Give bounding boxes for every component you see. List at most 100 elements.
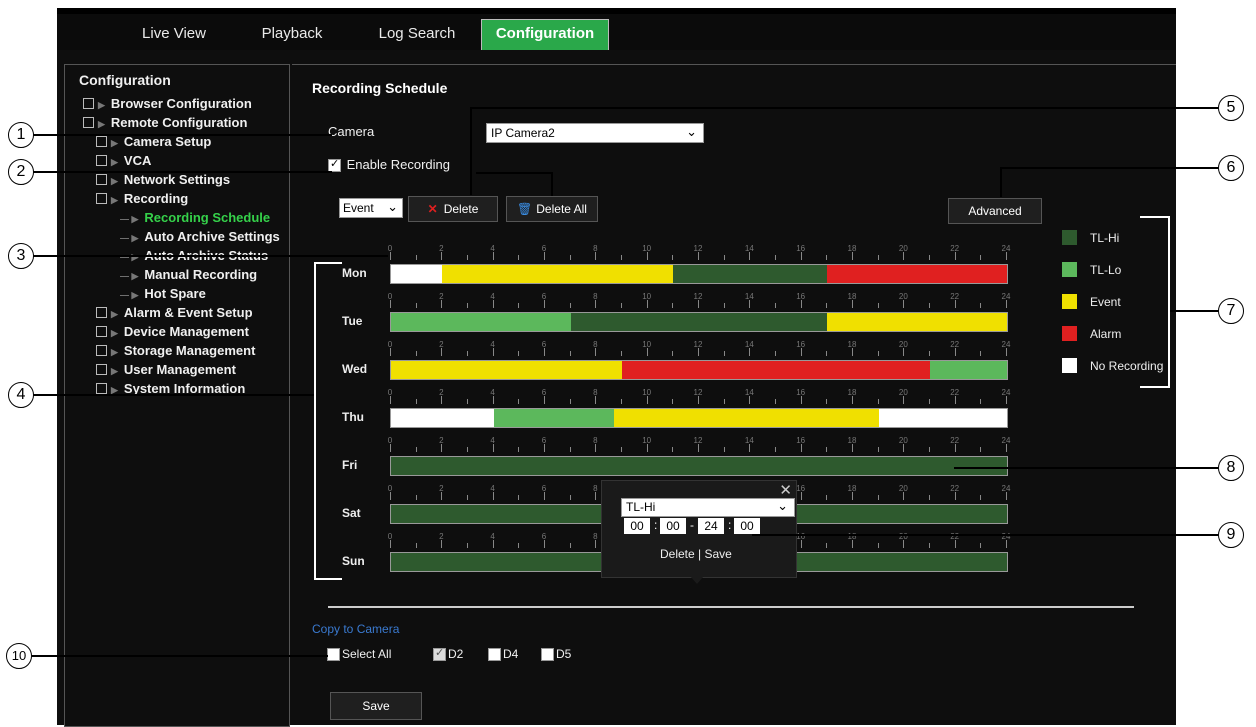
expand-icon[interactable] (96, 345, 107, 356)
schedule-bar-thu[interactable] (390, 408, 1008, 428)
sidebar-item-vca[interactable]: ▶ VCA (96, 153, 151, 168)
tick (749, 300, 751, 308)
hour-label: 6 (541, 292, 547, 301)
popup-delete-link[interactable]: Delete (660, 547, 695, 561)
hour-label: 20 (898, 292, 908, 301)
triangle-icon: — ▶ (120, 271, 139, 281)
schedule-bar-tue[interactable] (390, 312, 1008, 332)
schedule-segment[interactable] (827, 313, 1007, 331)
end-hour-input[interactable]: 24 (698, 518, 724, 534)
expand-icon[interactable] (96, 174, 107, 185)
advanced-button[interactable]: Advanced (948, 198, 1042, 224)
schedule-segment[interactable] (391, 265, 443, 283)
tick (1006, 252, 1007, 260)
sidebar-item-auto-archive-settings[interactable]: — ▶ Auto Archive Settings (120, 229, 280, 244)
tick (518, 351, 520, 356)
schedule-segment[interactable] (391, 361, 622, 379)
sidebar-item-recording-schedule[interactable]: — ▶ Recording Schedule (120, 210, 270, 225)
schedule-segment[interactable] (391, 313, 571, 331)
collapse-icon[interactable] (96, 193, 107, 204)
sidebar-item-user-management[interactable]: ▶ User Management (96, 362, 236, 377)
schedule-segment[interactable] (827, 265, 1007, 283)
tick (826, 543, 828, 548)
hour-label: 4 (490, 388, 495, 397)
triangle-icon: — ▶ (120, 233, 139, 243)
colon-separator: : (654, 518, 658, 532)
checkbox-icon[interactable] (327, 648, 340, 662)
hour-label: 22 (950, 244, 960, 253)
sidebar-item-manual-recording[interactable]: — ▶ Manual Recording (120, 267, 257, 282)
camera-d4-checkbox[interactable]: D4 (488, 647, 518, 662)
tick (852, 492, 853, 500)
schedule-bar-wed[interactable] (390, 360, 1008, 380)
tick (390, 540, 391, 548)
hour-label: 18 (847, 340, 857, 349)
tab-configuration[interactable]: Configuration (481, 19, 609, 53)
collapse-icon[interactable] (83, 117, 94, 128)
sidebar-item-storage-management[interactable]: ▶ Storage Management (96, 343, 255, 358)
expand-icon[interactable] (96, 136, 107, 147)
expand-icon[interactable] (96, 155, 107, 166)
sidebar-item-network-settings[interactable]: ▶ Network Settings (96, 172, 230, 187)
expand-icon[interactable] (96, 364, 107, 375)
popup-save-link[interactable]: Save (704, 547, 731, 561)
tab-live-view[interactable]: Live View (119, 20, 229, 52)
sidebar-item-alarm-event-setup[interactable]: ▶ Alarm & Event Setup (96, 305, 253, 320)
schedule-segment[interactable] (493, 409, 615, 427)
schedule-segment[interactable] (391, 409, 494, 427)
record-type-select[interactable]: Event ⌄ (339, 198, 403, 218)
tick (595, 444, 597, 452)
expand-icon[interactable] (96, 326, 107, 337)
schedule-segment[interactable] (622, 361, 930, 379)
sidebar-item-remote-configuration[interactable]: ▶ Remote Configuration (83, 115, 247, 130)
expand-icon[interactable] (96, 307, 107, 318)
sidebar-item-hot-spare[interactable]: — ▶ Hot Spare (120, 286, 206, 301)
tick (826, 495, 828, 500)
tick (1006, 492, 1007, 500)
tick (929, 399, 930, 404)
tick (467, 351, 468, 356)
expand-icon[interactable] (96, 383, 107, 394)
tab-log-search[interactable]: Log Search (362, 20, 472, 52)
checkbox-icon[interactable] (488, 648, 501, 662)
hour-label: 18 (847, 244, 857, 253)
save-button[interactable]: Save (330, 692, 422, 720)
expand-icon[interactable] (83, 98, 94, 109)
schedule-segment[interactable] (614, 409, 879, 427)
checkbox-icon[interactable] (541, 648, 554, 662)
schedule-segment[interactable] (930, 361, 1007, 379)
hour-label: 14 (744, 292, 754, 301)
tab-playback[interactable]: Playback (247, 20, 337, 52)
delete-button[interactable]: ✕ Delete (408, 196, 498, 222)
select-all-checkbox[interactable]: Select All (327, 647, 391, 662)
callout-leader-line (470, 107, 1218, 109)
tick (621, 255, 622, 260)
schedule-segment[interactable] (442, 265, 674, 283)
camera-select[interactable]: IP Camera2 ⌄ (486, 123, 704, 143)
schedule-bar-fri[interactable] (390, 456, 1008, 476)
end-minute-input[interactable]: 00 (734, 518, 760, 534)
sidebar-item-browser-configuration[interactable]: ▶ Browser Configuration (83, 96, 252, 111)
schedule-segment[interactable] (570, 313, 828, 331)
day-label-mon: Mon (342, 266, 367, 280)
callout-leader-line (1000, 167, 1002, 197)
camera-d2-checkbox[interactable]: ✓ D2 (433, 647, 463, 662)
enable-recording-checkbox[interactable]: ✓ Enable Recording (328, 157, 450, 173)
tick (544, 540, 545, 548)
camera-d5-checkbox[interactable]: D5 (541, 647, 571, 662)
schedule-segment[interactable] (391, 457, 1007, 475)
delete-all-button[interactable]: 🗑 Delete All (506, 196, 598, 222)
schedule-segment[interactable] (673, 265, 828, 283)
sidebar-item-camera-setup[interactable]: ▶ Camera Setup (96, 134, 211, 149)
schedule-segment[interactable] (878, 409, 1007, 427)
tick (980, 399, 982, 404)
tick (749, 252, 751, 260)
close-icon[interactable]: ✕ (779, 481, 792, 499)
callout-leader-line (1170, 310, 1218, 312)
sidebar-item-device-management[interactable]: ▶ Device Management (96, 324, 249, 339)
checkbox-checked-icon[interactable]: ✓ (433, 647, 446, 662)
sidebar-item-recording[interactable]: ▶ Recording (96, 191, 188, 206)
start-minute-input[interactable]: 00 (660, 518, 686, 534)
schedule-bar-mon[interactable] (390, 264, 1008, 284)
start-hour-input[interactable]: 00 (624, 518, 650, 534)
